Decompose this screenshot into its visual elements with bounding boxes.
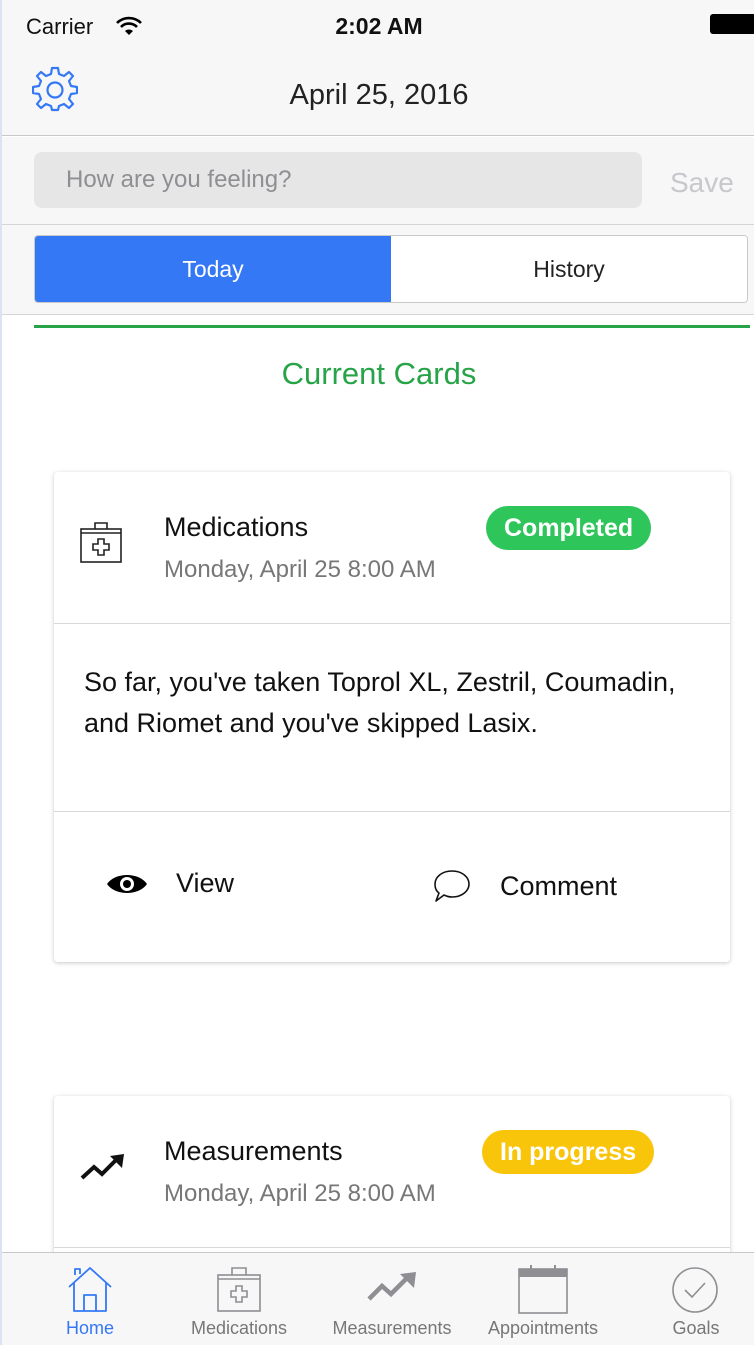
tab-goals[interactable]: Goals: [646, 1253, 746, 1345]
medkit-icon: [80, 522, 122, 563]
segmented-control: Today History: [34, 235, 748, 303]
feeling-input[interactable]: [34, 152, 642, 208]
trend-icon: [367, 1272, 416, 1301]
tab-label: Home: [65, 1318, 114, 1338]
view-button[interactable]: View: [106, 868, 234, 899]
status-badge: Completed: [486, 506, 652, 550]
tab-medications[interactable]: Medications: [174, 1253, 304, 1345]
card-date: Monday, April 25 8:00 AM: [164, 556, 436, 583]
save-button[interactable]: Save: [670, 167, 734, 199]
section-title: Current Cards: [281, 356, 477, 391]
comment-button[interactable]: Comment: [432, 868, 617, 904]
tab-label: Measurements: [332, 1318, 452, 1338]
tab-measurements[interactable]: Measurements: [320, 1253, 464, 1345]
tab-today[interactable]: Today: [35, 236, 391, 302]
tab-history[interactable]: History: [391, 236, 747, 302]
card-date: Monday, April 25 8:00 AM: [164, 1180, 436, 1207]
card-header: Measurements Monday, April 25 8:00 AM In…: [54, 1096, 730, 1248]
tab-label: Medications: [190, 1318, 288, 1338]
segment-container: Today History: [2, 225, 754, 315]
medications-card: Medications Monday, April 25 8:00 AM Com…: [54, 472, 730, 962]
card-title: Measurements: [164, 1136, 343, 1166]
tab-home[interactable]: Home: [40, 1253, 140, 1345]
view-label: View: [176, 868, 235, 898]
calendar-icon: [518, 1265, 568, 1314]
tab-appointments[interactable]: Appointments: [476, 1253, 610, 1345]
nav-bar: April 25, 2016: [2, 46, 754, 136]
page-title: April 25, 2016: [289, 79, 469, 111]
card-message: So far, you've taken Toprol XL, Zestril,…: [54, 624, 730, 812]
status-bar: Carrier 2:02 AM: [2, 0, 754, 46]
medkit-icon: [217, 1267, 261, 1312]
status-time: 2:02 AM: [335, 13, 423, 39]
checkmark-circle-icon: [672, 1267, 718, 1313]
speech-bubble-icon: [434, 870, 470, 902]
card-actions: View Comment: [54, 812, 730, 960]
card-title: Medications: [164, 512, 309, 542]
status-badge: In progress: [482, 1130, 655, 1174]
app-screen: Carrier 2:02 AM April 25, 2016 Save Toda…: [0, 0, 754, 1345]
trend-icon: [80, 1154, 124, 1180]
home-icon: [68, 1267, 112, 1312]
tab-bar: Home Medications Measurements Appointmen…: [2, 1252, 754, 1345]
section-divider: [34, 325, 750, 328]
feeling-row: Save: [2, 137, 754, 225]
tab-label: Appointments: [487, 1318, 599, 1338]
card-header: Medications Monday, April 25 8:00 AM Com…: [54, 472, 730, 624]
comment-label: Comment: [500, 870, 618, 901]
tab-label: Goals: [672, 1318, 720, 1338]
battery-icon: [710, 14, 754, 34]
eye-icon: [107, 874, 147, 893]
